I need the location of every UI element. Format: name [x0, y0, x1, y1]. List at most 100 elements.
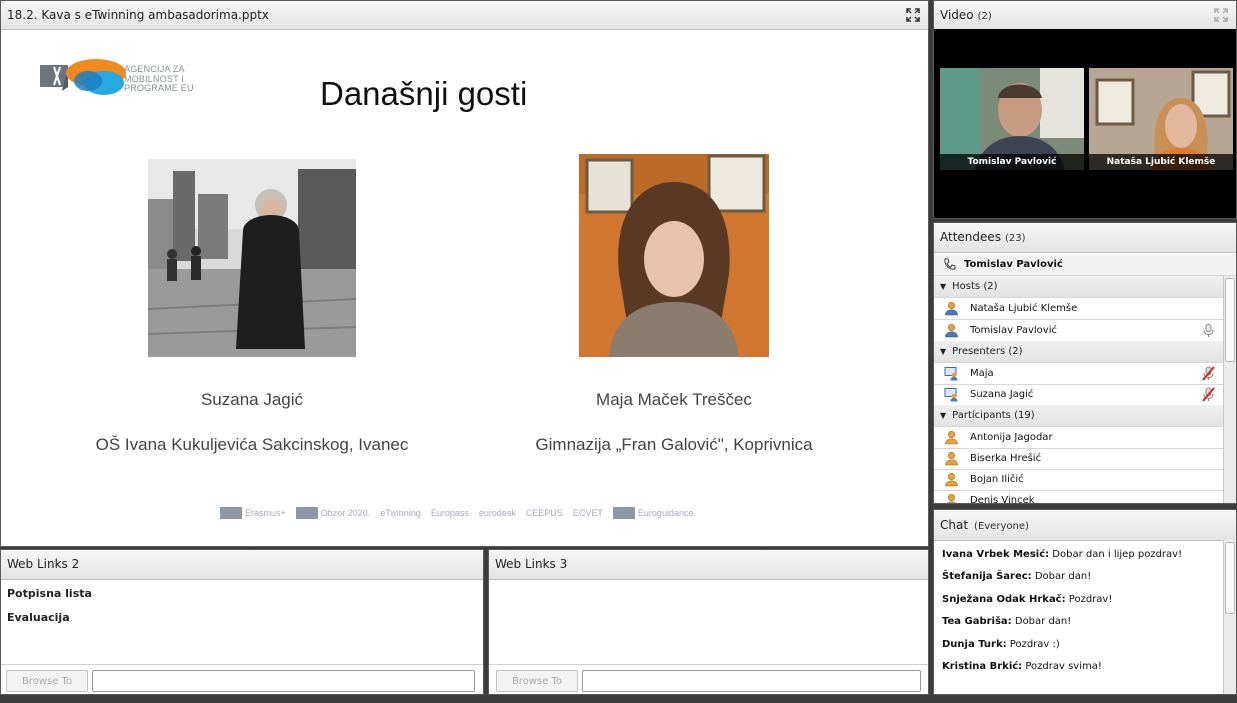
- chat-message: Ivana Vrbek Mesić: Dobar dan i lijep poz…: [942, 549, 1182, 560]
- browse-to-button[interactable]: Browse To: [6, 670, 88, 692]
- attendee-name: Suzana Jagić: [970, 389, 1034, 400]
- sponsor-label: eTwinning: [380, 508, 421, 518]
- mic-muted-icon: [1201, 366, 1216, 381]
- attendee-name: Nataša Ljubić Klemše: [970, 303, 1078, 314]
- group-presenters[interactable]: ▼ Presenters (2): [934, 341, 1224, 363]
- video-tile-name: Nataša Ljubić Klemše: [1089, 154, 1233, 170]
- collapse-triangle-icon[interactable]: ▼: [940, 276, 946, 297]
- group-label: Participants (19): [952, 410, 1035, 421]
- guest-school-1: OŠ Ivana Kukuljevića Sakcinskog, Ivanec: [95, 435, 409, 454]
- attendee-name: Biserka Hrešić: [970, 453, 1042, 464]
- group-hosts[interactable]: ▼ Hosts (2): [934, 276, 1224, 298]
- chat-author: Ivana Vrbek Mesić:: [942, 549, 1050, 560]
- sponsor-logo: Obzor 2020.: [295, 507, 370, 519]
- attendee-name: Maja: [970, 368, 994, 379]
- weblinks3-title: Web Links 3: [495, 557, 568, 571]
- url-input[interactable]: [582, 670, 921, 692]
- attendee-row[interactable]: Nataša Ljubić Klemše: [934, 298, 1224, 320]
- collapse-triangle-icon[interactable]: ▼: [940, 341, 946, 362]
- weblinks2-title: Web Links 2: [7, 557, 80, 571]
- chat-message: Tea Gabriša: Dobar dan!: [942, 616, 1071, 627]
- logo-line-3: PROGRAME EU: [124, 83, 194, 93]
- presenter-icon: [944, 366, 959, 381]
- fullscreen-icon[interactable]: [1214, 8, 1228, 22]
- chat-message: Snježana Odak Hrkač: Pozdrav!: [942, 594, 1112, 605]
- sponsor-logo: eurodesk: [479, 508, 516, 518]
- attendee-row[interactable]: Bojan Iličić: [934, 469, 1224, 491]
- sponsor-label: eurodesk: [478, 508, 516, 518]
- mic-muted-icon: [1201, 387, 1216, 402]
- current-user-name: Tomislav Pavlović: [964, 259, 1063, 270]
- video-count: (2): [977, 11, 992, 22]
- current-user-row[interactable]: Tomislav Pavlović: [934, 254, 1236, 276]
- collapse-triangle-icon[interactable]: ▼: [940, 405, 946, 426]
- chat-message: Štefanija Šarec: Dobar dan!: [942, 571, 1091, 582]
- chat-author: Kristina Brkić:: [942, 661, 1023, 672]
- attendee-row[interactable]: Suzana Jagić: [934, 384, 1224, 406]
- group-participants[interactable]: ▼ Participants (19): [934, 405, 1224, 427]
- chat-text: Dobar dan i lijep pozdrav!: [1049, 549, 1183, 560]
- slide-title: Današnji gosti: [320, 75, 528, 112]
- browse-to-button[interactable]: Browse To: [496, 670, 578, 692]
- host-icon: [944, 323, 959, 338]
- attendee-row[interactable]: Denis Vincek: [934, 490, 1224, 503]
- video-pod: Video (2) Tomislav Pavlović Nataša Ljubi…: [933, 0, 1237, 219]
- chat-text: Pozdrav!: [1065, 594, 1113, 605]
- sponsor-label: ECVET: [572, 508, 603, 518]
- video-tile-2[interactable]: Nataša Ljubić Klemše: [1089, 68, 1233, 170]
- participant-icon: [944, 493, 959, 503]
- attendee-row[interactable]: Tomislav Pavlović: [934, 320, 1224, 342]
- chat-text: Pozdrav svima!: [1022, 661, 1102, 672]
- attendee-name: Tomislav Pavlović: [970, 325, 1057, 336]
- chat-message: Kristina Brkić: Pozdrav svima!: [942, 661, 1102, 672]
- chat-pod-title: Chat: [940, 518, 969, 532]
- eu-flag-icon: [612, 507, 635, 519]
- attendee-name: Denis Vincek: [970, 495, 1035, 503]
- sponsor-label: CEEPUS: [525, 508, 563, 518]
- weblink-item[interactable]: Evaluacija: [7, 611, 70, 624]
- attendees-pod-header: Attendees (23): [934, 223, 1236, 253]
- sponsor-logo: CEEPUS: [526, 508, 563, 518]
- sponsor-label: Erasmus+: [245, 508, 286, 518]
- url-input[interactable]: [92, 670, 475, 692]
- chat-text: Pozdrav :): [1006, 639, 1060, 650]
- fullscreen-icon[interactable]: [906, 8, 920, 22]
- guest-name-1: Suzana Jagić: [200, 390, 304, 409]
- chat-pod: Chat (Everyone) Ivana Vrbek Mesić: Dobar …: [933, 509, 1237, 695]
- chat-author: Štefanija Šarec:: [942, 571, 1032, 582]
- attendee-row[interactable]: Antonija Jagodar: [934, 427, 1224, 449]
- microphone-icon: [1201, 323, 1216, 338]
- divider: [489, 664, 928, 665]
- sponsor-logo: eTwinning: [380, 508, 421, 518]
- chat-scrollbar[interactable]: [1223, 540, 1236, 694]
- presenter-icon: [944, 387, 959, 402]
- chat-text: Dobar dan!: [1031, 571, 1092, 582]
- sponsor-logo: Euroguidance: [612, 507, 694, 519]
- guest-photo-suzana: [148, 159, 356, 357]
- sponsor-logos-row: Erasmus+ Obzor 2020. eTwinning Europass …: [220, 503, 900, 523]
- scroll-thumb[interactable]: [1225, 278, 1235, 362]
- host-icon: [944, 301, 959, 316]
- video-pod-header: Video (2): [934, 1, 1236, 30]
- attendees-count: (23): [1005, 233, 1026, 244]
- attendees-scrollbar[interactable]: [1223, 276, 1236, 503]
- chat-author: Tea Gabriša:: [942, 616, 1012, 627]
- chat-message: Dunja Turk: Pozdrav :): [942, 639, 1060, 650]
- participant-icon: [944, 430, 959, 445]
- group-label: Hosts (2): [952, 281, 998, 292]
- eu-flag-icon: [220, 507, 242, 519]
- sponsor-label: Euroguidance: [637, 508, 694, 518]
- presentation-slide: AGENCIJA ZA MOBILNOST I PROGRAME EU Dana…: [10, 33, 916, 543]
- guest-name-2: Maja Maček Treščec: [596, 390, 752, 409]
- chat-author: Dunja Turk:: [942, 639, 1007, 650]
- attendee-row[interactable]: Maja: [934, 363, 1224, 385]
- weblink-item[interactable]: Potpisna lista: [7, 587, 92, 600]
- participant-icon: [944, 451, 959, 466]
- attendee-row[interactable]: Biserka Hrešić: [934, 448, 1224, 470]
- group-label: Presenters (2): [952, 346, 1023, 357]
- sponsor-logo: Erasmus+: [220, 507, 286, 519]
- video-tile-1[interactable]: Tomislav Pavlović: [940, 68, 1084, 170]
- scroll-thumb[interactable]: [1225, 542, 1235, 614]
- chat-pod-header: Chat (Everyone): [934, 510, 1236, 541]
- agency-logo-text: AGENCIJA ZA MOBILNOST I PROGRAME EU: [124, 64, 194, 94]
